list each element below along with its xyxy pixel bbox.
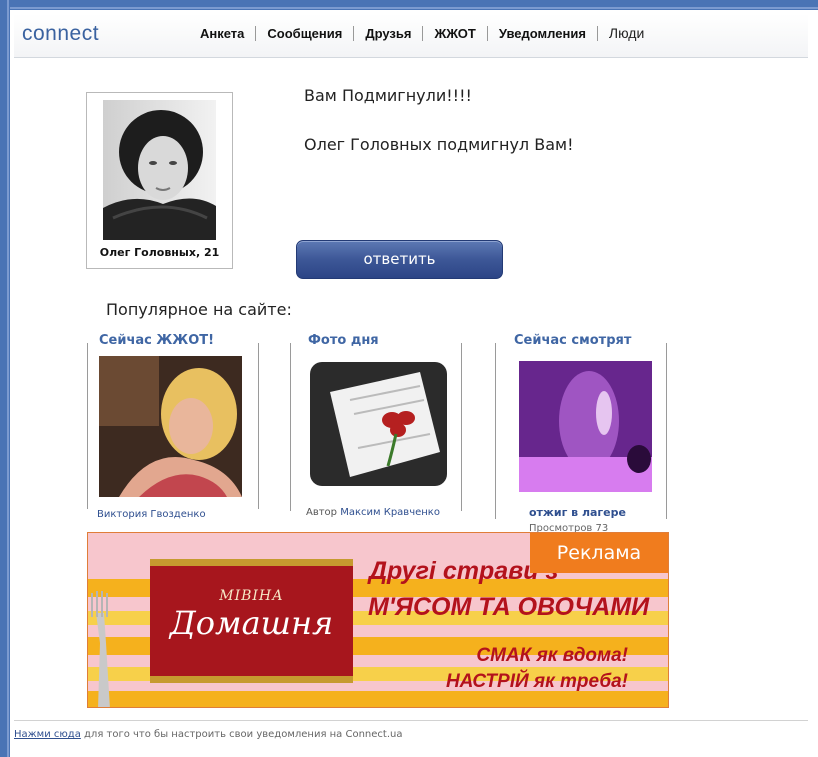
block-title-hot[interactable]: Сейчас ЖЖОТ! bbox=[97, 333, 217, 348]
popular-block-trending: Сейчас смотрят отжиг в лагере Просмотров… bbox=[495, 333, 671, 534]
window-frame-top bbox=[0, 0, 818, 10]
ad-badge: Реклама bbox=[530, 533, 668, 573]
ad-brand-top: МІВІНА bbox=[219, 588, 284, 604]
main-nav: Анкета Сообщения Друзья ЖЖОТ Уведомления… bbox=[189, 26, 655, 41]
profile-name[interactable]: Олег Головных, 21 bbox=[87, 246, 232, 259]
block-title-trending[interactable]: Сейчас смотрят bbox=[512, 333, 634, 348]
ad-headline-2: М'ЯСОМ ТА ОВОЧАМИ bbox=[368, 593, 650, 621]
ad-slogan-1: СМАК як вдома! bbox=[476, 645, 628, 666]
trending-video-link[interactable]: отжиг в лагере bbox=[529, 506, 626, 519]
popular-heading: Популярное на сайте: bbox=[106, 300, 292, 319]
footer-text: для того что бы настроить свои уведомлен… bbox=[80, 729, 403, 740]
ad-brand-main: Домашня bbox=[169, 604, 334, 642]
trending-video-thumb[interactable] bbox=[519, 361, 652, 492]
site-header: connect Анкета Сообщения Друзья ЖЖОТ Уве… bbox=[14, 14, 808, 58]
photo-author-link[interactable]: Максим Кравченко bbox=[340, 507, 440, 518]
trending-title[interactable]: отжиг в лагере bbox=[529, 506, 626, 519]
nav-item-zhzhot[interactable]: ЖЖОТ bbox=[422, 26, 486, 41]
nav-item-friends[interactable]: Друзья bbox=[353, 26, 422, 41]
photo-of-day-caption: Автор Максим Кравченко bbox=[306, 507, 440, 518]
wink-title: Вам Подмигнули!!!! bbox=[304, 86, 472, 105]
nav-item-profile[interactable]: Анкета bbox=[189, 26, 255, 41]
settings-link[interactable]: Нажми сюда bbox=[14, 729, 81, 740]
photo-of-day-image[interactable] bbox=[310, 362, 447, 486]
hot-author-link[interactable]: Виктория Гвозденко bbox=[97, 509, 206, 520]
profile-photo[interactable] bbox=[103, 100, 216, 240]
wink-message: Олег Головных подмигнул Вам! bbox=[304, 135, 574, 154]
hot-photo[interactable] bbox=[99, 356, 242, 497]
connect-logo[interactable]: connect bbox=[22, 22, 99, 46]
mivina-logo: МІВІНА Домашня bbox=[150, 559, 353, 683]
hot-caption[interactable]: Виктория Гвозденко bbox=[97, 509, 206, 520]
popular-block-photo-of-day: Фото дня Автор Максим Кравченко bbox=[290, 333, 466, 523]
popular-block-hot: Сейчас ЖЖОТ! Виктория Гвозденко bbox=[87, 333, 265, 523]
caption-prefix: Автор bbox=[306, 507, 338, 518]
nav-item-notifications[interactable]: Уведомления bbox=[486, 26, 597, 41]
advertisement-banner[interactable]: МІВІНА Домашня Другі страви з М'ЯСОМ ТА … bbox=[87, 532, 669, 708]
logo-text: connect bbox=[22, 22, 100, 45]
nav-item-people[interactable]: Люди bbox=[596, 26, 655, 41]
block-title-photo-of-day[interactable]: Фото дня bbox=[306, 333, 381, 348]
footer-divider bbox=[14, 720, 808, 721]
nav-item-messages[interactable]: Сообщения bbox=[255, 26, 353, 41]
profile-card[interactable]: Олег Головных, 21 bbox=[86, 92, 233, 269]
ad-slogan-2: НАСТРІЙ як треба! bbox=[445, 671, 628, 692]
reply-button[interactable]: ответить bbox=[296, 240, 503, 279]
footer: Нажми сюда для того что бы настроить сво… bbox=[14, 729, 402, 740]
window-frame-left bbox=[0, 0, 10, 757]
